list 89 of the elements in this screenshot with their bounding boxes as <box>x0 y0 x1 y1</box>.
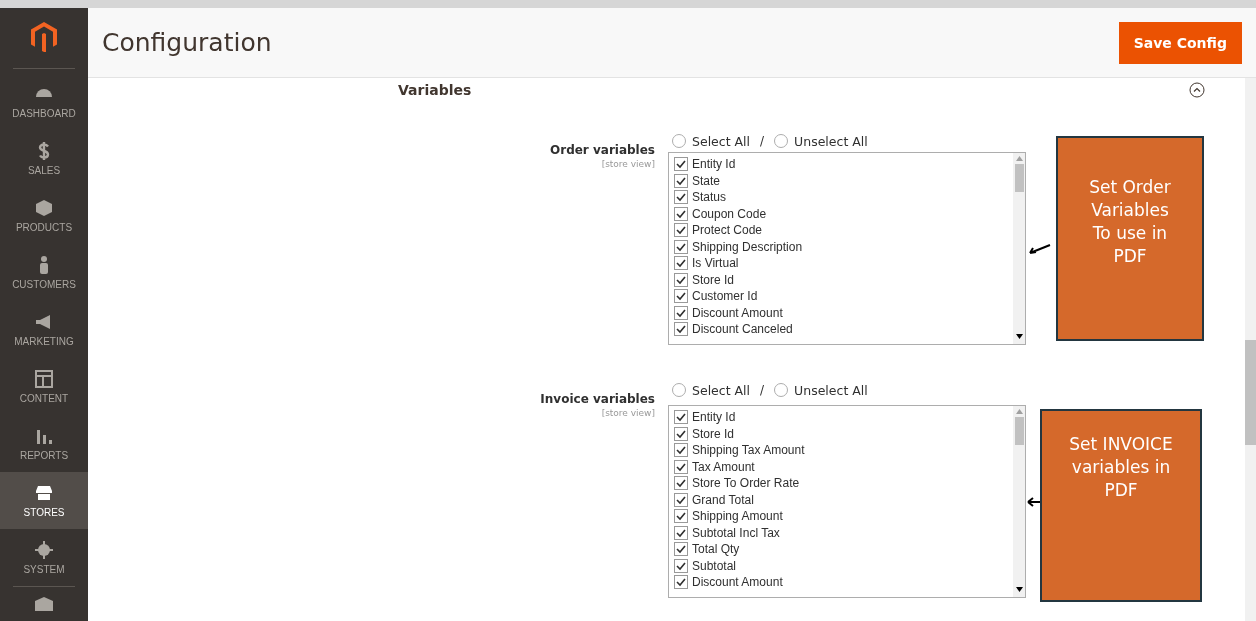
radio-label[interactable]: Select All <box>692 133 751 149</box>
checkbox[interactable] <box>674 223 688 238</box>
radio-button[interactable] <box>774 134 789 148</box>
annotation-note: Set INVOICE variables in PDF <box>1040 409 1202 602</box>
radio-button[interactable] <box>672 134 686 148</box>
checkbox[interactable] <box>674 443 688 458</box>
checkbox[interactable] <box>674 525 688 540</box>
option-label[interactable]: Store Id <box>692 272 735 287</box>
option-label[interactable]: Store Id <box>692 426 735 441</box>
multiselect-list[interactable]: Entity Id State Status Coupon Code Protect Code Shipping Description Is Virtual Store Id Customer Id Discount Amount Discount Canceled <box>668 152 1026 345</box>
sidebar-item[interactable]: MARKETING <box>0 301 88 358</box>
option-label[interactable]: Status <box>692 190 727 205</box>
option-label[interactable]: Discount Amount <box>692 305 783 320</box>
box-icon <box>34 198 54 218</box>
option-label[interactable]: Discount Canceled <box>692 322 793 337</box>
option-label[interactable]: Shipping Amount <box>692 509 783 524</box>
field-label: Invoice variables <box>540 392 655 406</box>
checkbox[interactable] <box>674 509 688 524</box>
option-label[interactable]: Entity Id <box>692 157 736 172</box>
sidebar-item[interactable]: SYSTEM <box>0 529 88 586</box>
collapse-icon[interactable] <box>1189 82 1205 98</box>
option-label[interactable]: Shipping Description <box>692 239 803 254</box>
checkbox[interactable] <box>674 558 688 573</box>
scope-label: [store view] <box>601 408 655 418</box>
sidebar-item[interactable]: CONTENT <box>0 358 88 415</box>
scroll-thumb[interactable] <box>1014 164 1024 192</box>
checkbox[interactable] <box>674 157 688 172</box>
multiselect-list[interactable]: Entity Id Store Id Shipping Tax Amount Tax Amount Store To Order Rate Grand Total Shipping Amount Subtotal Incl Tax Total Qty Subtotal Discount Amount <box>668 405 1026 598</box>
option-label[interactable]: Protect Code <box>692 223 763 238</box>
option-label[interactable]: Total Qty <box>692 542 740 557</box>
separator-text: / <box>760 383 765 397</box>
checkbox[interactable] <box>674 542 688 557</box>
scope-label: [store view] <box>601 159 655 169</box>
checkbox[interactable] <box>674 322 688 337</box>
radio-button[interactable] <box>672 383 686 397</box>
annotation-note: Set Order Variables To use in PDF <box>1056 136 1204 341</box>
scrollbar[interactable] <box>1013 406 1025 597</box>
option-label[interactable]: Customer Id <box>692 289 758 304</box>
radio-button[interactable] <box>774 383 789 397</box>
checkbox[interactable] <box>674 272 688 287</box>
down-arrow-icon[interactable] <box>1015 334 1023 340</box>
separator-text: / <box>760 134 765 148</box>
checkbox[interactable] <box>674 206 688 221</box>
arrow-icon <box>1026 495 1040 508</box>
checkbox[interactable] <box>674 575 688 590</box>
option-label[interactable]: Entity Id <box>692 410 736 425</box>
option-label[interactable]: State <box>692 173 721 188</box>
down-arrow-icon[interactable] <box>1015 587 1023 593</box>
checkbox[interactable] <box>674 492 688 507</box>
checkbox[interactable] <box>674 190 688 205</box>
storefront-icon <box>34 483 54 503</box>
option-label[interactable]: Grand Total <box>692 492 754 507</box>
option-label[interactable]: Tax Amount <box>692 459 755 474</box>
checkbox[interactable] <box>674 305 688 320</box>
save-config-button[interactable]: Save Config <box>1118 21 1242 64</box>
checkbox[interactable] <box>674 256 688 271</box>
checkbox[interactable] <box>674 239 688 254</box>
section-title: Variables <box>398 82 472 98</box>
field-label: Order variables <box>550 143 655 157</box>
option-label[interactable]: Discount Amount <box>692 575 783 590</box>
option-label[interactable]: Is Virtual <box>692 256 739 271</box>
sidebar-item[interactable]: CUSTOMERS <box>0 244 88 301</box>
sidebar-item[interactable]: REPORTS <box>0 415 88 472</box>
sidebar-item[interactable]: PRODUCTS <box>0 187 88 244</box>
checkbox[interactable] <box>674 410 688 425</box>
checkbox[interactable] <box>674 459 688 474</box>
radio-label[interactable]: Unselect All <box>794 133 868 149</box>
option-label[interactable]: Shipping Tax Amount <box>692 443 805 458</box>
layout-icon <box>34 369 54 389</box>
page-scrollbar[interactable] <box>1245 78 1256 621</box>
checkbox[interactable] <box>674 173 688 188</box>
radio-label[interactable]: Select All <box>692 382 751 398</box>
radio-label[interactable]: Unselect All <box>794 382 868 398</box>
page-title: Configuration <box>102 28 272 57</box>
scroll-thumb[interactable] <box>1014 417 1024 445</box>
sidebar-item[interactable]: SALES <box>0 130 88 187</box>
scrollbar[interactable] <box>1013 153 1025 344</box>
sidebar-item[interactable]: STORES <box>0 472 88 529</box>
scroll-thumb[interactable] <box>1245 340 1256 445</box>
checkbox[interactable] <box>674 476 688 491</box>
option-label[interactable]: Subtotal Incl Tax <box>692 525 780 540</box>
sidebar-item[interactable]: DASHBOARD <box>0 73 88 130</box>
option-label[interactable]: Coupon Code <box>692 206 767 221</box>
checkbox[interactable] <box>674 426 688 441</box>
option-label[interactable]: Store To Order Rate <box>692 476 800 491</box>
logo-icon[interactable] <box>31 22 57 52</box>
arrow-icon <box>1026 242 1052 255</box>
option-label[interactable]: Subtotal <box>692 558 737 573</box>
checkbox[interactable] <box>674 289 688 304</box>
